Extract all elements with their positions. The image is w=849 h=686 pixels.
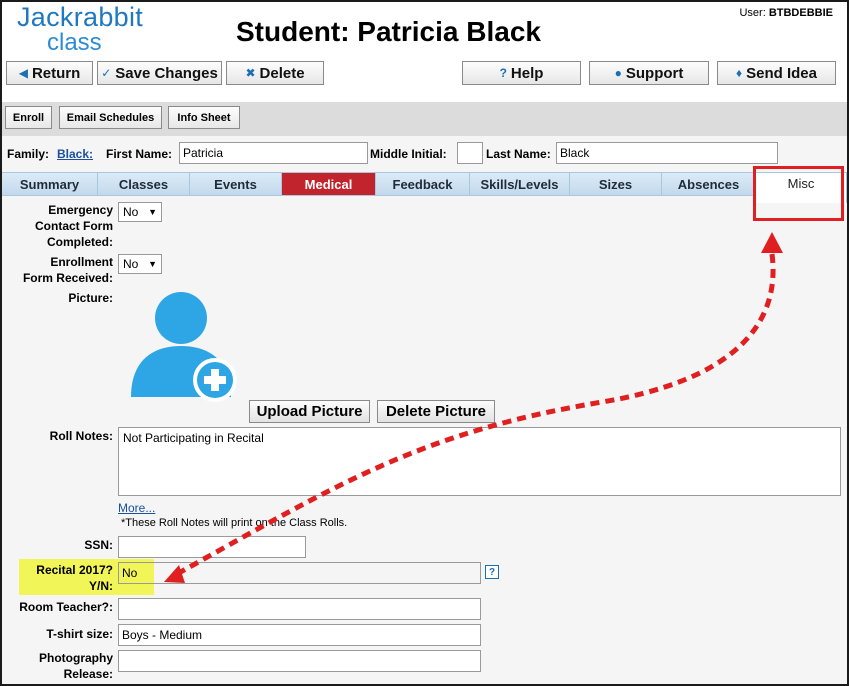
- room-teacher-label: Room Teacher?:: [19, 600, 113, 614]
- emergency-label-line1: Emergency: [48, 203, 113, 217]
- email-schedules-button[interactable]: Email Schedules: [59, 106, 162, 129]
- x-icon: ✖: [245, 66, 256, 80]
- roll-notes-label: Roll Notes:: [49, 429, 113, 443]
- enrollment-form-value: No: [123, 257, 139, 271]
- logo-text-line1: Jackrabbit: [17, 2, 144, 32]
- save-changes-button[interactable]: ✓ Save Changes: [97, 61, 222, 85]
- name-row: Family: Black: First Name: Patricia Midd…: [2, 136, 847, 170]
- lightbulb-icon: ♦: [736, 66, 743, 80]
- tshirt-size-label: T-shirt size:: [46, 627, 113, 641]
- family-label: Family:: [7, 147, 50, 161]
- arrow-left-icon: ◀: [18, 66, 28, 80]
- middle-initial-input[interactable]: [457, 142, 483, 164]
- recital-input[interactable]: No: [118, 562, 481, 584]
- enroll-button[interactable]: Enroll: [5, 106, 52, 129]
- user-label: User:: [739, 7, 766, 19]
- return-button[interactable]: ◀ Return: [6, 61, 93, 85]
- tshirt-size-input[interactable]: Boys - Medium: [118, 624, 481, 646]
- delete-button[interactable]: ✖ Delete: [226, 61, 324, 85]
- first-name-input[interactable]: Patricia: [179, 142, 368, 164]
- family-link[interactable]: Black:: [57, 147, 93, 161]
- help-question-icon[interactable]: ?: [485, 565, 499, 579]
- picture-label: Picture:: [68, 291, 113, 305]
- arrowhead-up: [761, 232, 783, 253]
- logo-text-line2: class: [47, 29, 102, 56]
- tab-absences[interactable]: Absences: [662, 173, 756, 195]
- student-page: Jackrabbit class Student: Patricia Black…: [0, 0, 849, 686]
- save-label: Save Changes: [115, 64, 218, 82]
- emergency-contact-value: No: [123, 205, 139, 219]
- first-name-label: First Name:: [106, 147, 173, 161]
- photography-release-label: Photography Release:: [2, 650, 113, 682]
- tab-events[interactable]: Events: [190, 173, 282, 195]
- enrollment-form-select[interactable]: No ▼: [118, 254, 162, 274]
- roll-notes-textarea[interactable]: Not Participating in Recital: [118, 427, 841, 496]
- add-picture-avatar-icon[interactable]: [127, 292, 242, 407]
- caret-down-icon: ▼: [148, 259, 157, 269]
- return-label: Return: [31, 64, 81, 82]
- tab-medical[interactable]: Medical: [282, 173, 376, 195]
- roll-notes-hint: *These Roll Notes will print on the Clas…: [121, 517, 348, 529]
- last-name-label: Last Name:: [486, 147, 551, 161]
- photo-label-line1: Photography: [39, 651, 113, 665]
- last-name-input[interactable]: Black: [556, 142, 778, 164]
- ssn-input[interactable]: [118, 536, 306, 558]
- enrollment-label-line1: Enrollment: [50, 255, 113, 269]
- recital-label: Recital 2017? Y/N:: [2, 562, 113, 594]
- info-sheet-button[interactable]: Info Sheet: [168, 106, 240, 129]
- send-idea-button[interactable]: ♦ Send Idea: [717, 61, 836, 85]
- recital-label-line1: Recital 2017?: [36, 563, 113, 577]
- person-icon: ●: [614, 66, 622, 80]
- header: Jackrabbit class Student: Patricia Black…: [2, 2, 847, 102]
- page-title: Student: Patricia Black: [236, 16, 541, 47]
- misc-tab-annotation-box: [753, 166, 844, 221]
- user-name: BTBDEBBIE: [768, 7, 833, 19]
- support-button[interactable]: ● Support: [589, 61, 709, 85]
- delete-picture-button[interactable]: Delete Picture: [377, 400, 495, 423]
- tab-feedback[interactable]: Feedback: [376, 173, 470, 195]
- photo-label-line2: Release:: [63, 667, 113, 681]
- checkmark-icon: ✓: [101, 66, 112, 80]
- enrollment-label-line2: Form Received:: [22, 271, 113, 285]
- tab-sizes[interactable]: Sizes: [570, 173, 662, 195]
- support-label: Support: [625, 64, 684, 82]
- upload-picture-button[interactable]: Upload Picture: [249, 400, 370, 423]
- help-button[interactable]: ? Help: [462, 61, 581, 85]
- tab-classes[interactable]: Classes: [98, 173, 190, 195]
- delete-label: Delete: [259, 64, 305, 82]
- action-bar: Enroll Email Schedules Info Sheet: [2, 102, 847, 136]
- recital-label-line2: Y/N:: [89, 579, 113, 593]
- enrollment-form-label: Enrollment Form Received:: [2, 254, 113, 286]
- room-teacher-input[interactable]: [118, 598, 481, 620]
- middle-initial-label: Middle Initial:: [370, 147, 447, 161]
- app-logo[interactable]: Jackrabbit class: [17, 4, 143, 55]
- emergency-contact-select[interactable]: No ▼: [118, 202, 162, 222]
- help-label: Help: [510, 64, 544, 82]
- ssn-label: SSN:: [84, 538, 113, 552]
- emergency-label-line2: Contact Form: [35, 219, 113, 233]
- emergency-contact-label: Emergency Contact Form Completed:: [2, 202, 113, 250]
- tab-bar: Summary Classes Events Medical Feedback …: [2, 172, 847, 203]
- tab-summary[interactable]: Summary: [2, 173, 98, 195]
- more-link[interactable]: More...: [118, 501, 155, 515]
- send-idea-label: Send Idea: [746, 64, 817, 82]
- photography-release-input[interactable]: [118, 650, 481, 672]
- user-info: User: BTBDEBBIE: [739, 7, 833, 19]
- question-icon: ?: [499, 66, 507, 80]
- tab-skills-levels[interactable]: Skills/Levels: [470, 173, 570, 195]
- caret-down-icon: ▼: [148, 207, 157, 217]
- emergency-label-line3: Completed:: [47, 235, 113, 249]
